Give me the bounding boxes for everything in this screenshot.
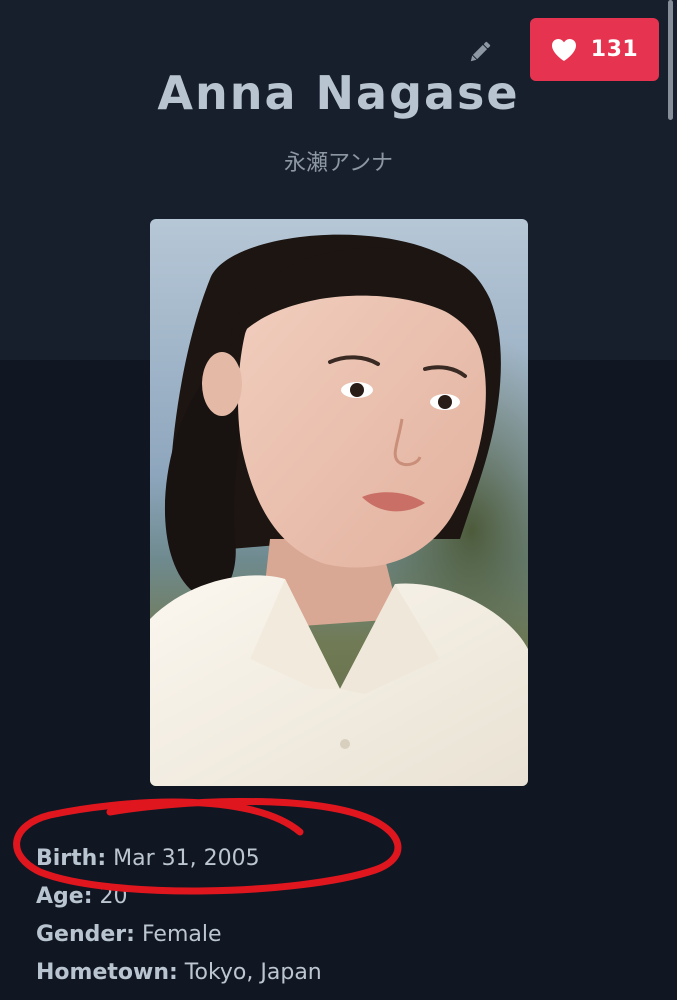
- profile-page: 131 Anna Nagase 永瀬アンナ Birth: Mar 31, 200…: [0, 0, 677, 1000]
- heart-icon: [551, 38, 576, 61]
- pencil-icon[interactable]: [466, 38, 494, 66]
- profile-photo: [150, 219, 528, 786]
- detail-birth: Birth: Mar 31, 2005: [36, 840, 322, 878]
- detail-label: Birth:: [36, 846, 107, 871]
- portrait-photo: [150, 219, 528, 786]
- detail-value: Tokyo, Japan: [184, 960, 322, 985]
- detail-age: Age: 20: [36, 878, 322, 916]
- detail-value: 20: [99, 884, 128, 909]
- detail-label: Hometown:: [36, 960, 178, 985]
- detail-value: Female: [141, 922, 222, 947]
- detail-label: Gender:: [36, 922, 135, 947]
- page-title: Anna Nagase: [157, 66, 520, 120]
- detail-hometown: Hometown: Tokyo, Japan: [36, 954, 322, 992]
- detail-value: Mar 31, 2005: [113, 846, 260, 871]
- detail-gender: Gender: Female: [36, 916, 322, 954]
- details-list: Birth: Mar 31, 2005 Age: 20 Gender: Fema…: [36, 840, 322, 992]
- like-count: 131: [590, 37, 639, 62]
- detail-label: Age:: [36, 884, 93, 909]
- native-name: 永瀬アンナ: [283, 151, 394, 176]
